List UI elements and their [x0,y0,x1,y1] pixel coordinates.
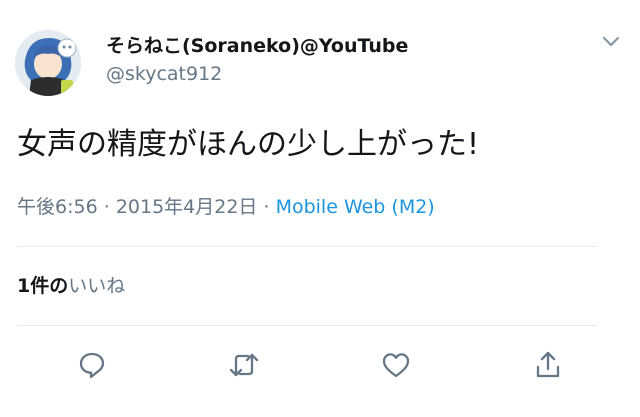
likes-count[interactable]: 1件のいいね [17,270,125,302]
divider-bottom [17,325,597,326]
retweet-icon [229,353,259,377]
divider-top [17,246,597,247]
user-handle[interactable]: @skycat912 [106,61,586,87]
tweet-time[interactable]: 午後6:56 [17,196,98,218]
meta-separator: · [103,196,110,218]
tweet-text: 女声の精度がほんの少し上がった! [17,127,480,162]
tweet-card: そらねこ(Soraneko)@YouTube @skycat912 女声の精度が… [0,0,640,417]
retweet-button[interactable] [224,345,264,385]
reply-icon [79,352,105,379]
avatar[interactable] [15,30,81,96]
share-icon [536,351,560,378]
tweet-date[interactable]: 2015年4月22日 [116,196,258,218]
heart-icon [382,353,410,378]
author-block: そらねこ(Soraneko)@YouTube @skycat912 [106,33,586,87]
share-button[interactable] [528,345,568,385]
reply-button[interactable] [72,345,112,385]
tweet-meta: 午後6:56 · 2015年4月22日 · Mobile Web (M2) [17,193,435,221]
likes-label: いいね [68,275,126,297]
like-button[interactable] [376,345,416,385]
display-name[interactable]: そらねこ(Soraneko)@YouTube [106,33,586,59]
meta-separator-2: · [263,196,270,218]
likes-number: 1件の [17,275,69,297]
chevron-down-icon[interactable] [600,33,622,49]
tweet-source-link[interactable]: Mobile Web (M2) [276,196,435,218]
